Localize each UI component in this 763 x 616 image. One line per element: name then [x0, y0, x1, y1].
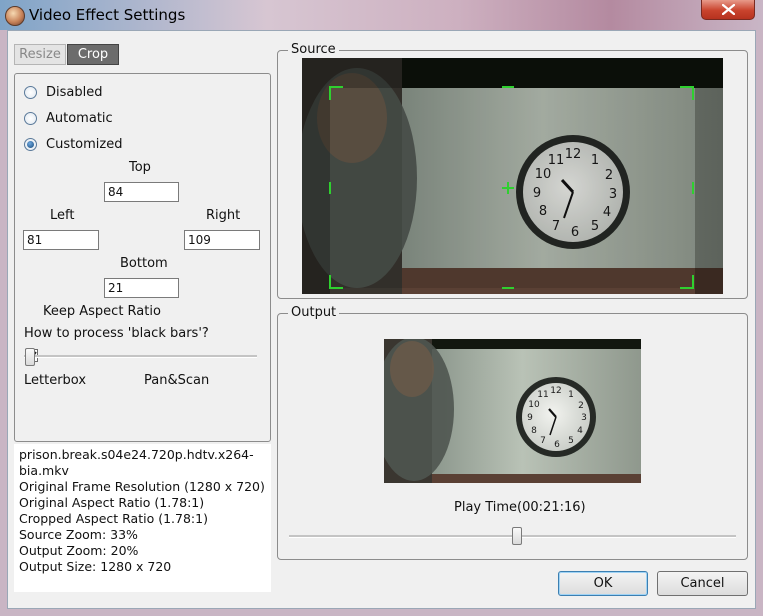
crop-corner-marker: [692, 86, 694, 100]
svg-text:3: 3: [581, 413, 587, 423]
dialog-body: Resize Crop Disabled Automatic Customize…: [7, 30, 756, 609]
crop-center-marker: [507, 182, 509, 194]
right-label: Right: [206, 208, 241, 223]
mode-disabled-option[interactable]: Disabled: [24, 83, 102, 101]
crop-settings-panel: Disabled Automatic Customized Top Left R…: [14, 73, 271, 442]
crop-corner-marker: [692, 275, 694, 289]
tab-crop[interactable]: Crop: [67, 44, 119, 65]
app-icon: [5, 6, 25, 26]
info-cropped-aspect: Cropped Aspect Ratio (1.78:1): [19, 511, 208, 526]
black-bars-slider[interactable]: [24, 355, 257, 358]
svg-text:7: 7: [540, 436, 546, 446]
top-label: Top: [129, 160, 151, 175]
crop-corner-marker: [329, 287, 343, 289]
svg-text:10: 10: [528, 400, 540, 410]
play-time-slider-thumb[interactable]: [511, 527, 522, 545]
crop-edge-marker: [692, 182, 694, 194]
source-label: Source: [288, 42, 339, 57]
info-original-aspect: Original Aspect Ratio (1.78:1): [19, 495, 205, 510]
play-time-label: Play Time(00:21:16): [454, 500, 586, 515]
keep-aspect-label: Keep Aspect Ratio: [43, 304, 161, 319]
pan-scan-label: Pan&Scan: [144, 373, 210, 388]
output-label: Output: [288, 305, 340, 320]
svg-text:4: 4: [577, 426, 583, 436]
info-output-size: Output Size: 1280 x 720: [19, 559, 172, 574]
svg-text:8: 8: [531, 426, 537, 436]
mode-automatic-label: Automatic: [46, 110, 113, 126]
svg-text:2: 2: [578, 401, 584, 411]
window-title: Video Effect Settings: [29, 6, 186, 24]
close-icon: [722, 4, 735, 15]
ok-button[interactable]: OK: [558, 571, 648, 596]
source-preview[interactable]: 12 1 2 345 678 9 10 11: [302, 58, 723, 294]
tab-resize[interactable]: Resize: [14, 44, 66, 65]
bottom-input[interactable]: [104, 278, 179, 298]
svg-text:6: 6: [554, 440, 560, 450]
svg-text:12: 12: [550, 386, 561, 396]
mode-customized-option[interactable]: Customized: [24, 135, 123, 153]
output-video-frame: 12 12 345 678 91011: [384, 339, 641, 483]
left-label: Left: [50, 208, 75, 223]
svg-text:5: 5: [568, 436, 574, 446]
crop-edge-marker: [329, 182, 331, 194]
info-output-zoom: Output Zoom: 20%: [19, 543, 139, 558]
mode-disabled-label: Disabled: [46, 84, 103, 100]
source-video-frame: 12 12 345 678 91011: [302, 58, 723, 294]
crop-edge-marker: [502, 287, 514, 289]
mode-customized-radio[interactable]: [24, 137, 37, 151]
cancel-button[interactable]: Cancel: [657, 571, 748, 596]
info-source-zoom: Source Zoom: 33%: [19, 527, 138, 542]
video-info-box: prison.break.s04e24.720p.hdtv.x264-bia.m…: [14, 444, 271, 592]
mode-automatic-radio[interactable]: [24, 111, 37, 125]
black-bars-slider-thumb[interactable]: [25, 348, 35, 366]
bottom-label: Bottom: [120, 256, 168, 271]
info-filename: prison.break.s04e24.720p.hdtv.x264-bia.m…: [19, 447, 254, 478]
output-group: Output 12 1 2 3 4 5 6 7 8 9 10 11 Play T…: [277, 305, 748, 560]
top-input[interactable]: [104, 182, 179, 202]
crop-corner-marker: [329, 275, 331, 289]
mode-customized-label: Customized: [46, 136, 123, 152]
black-bars-question: How to process 'black bars'?: [24, 326, 209, 341]
crop-corner-marker: [329, 86, 331, 100]
info-frame-resolution: Original Frame Resolution (1280 x 720): [19, 479, 265, 494]
svg-text:11: 11: [537, 390, 548, 400]
right-input[interactable]: [184, 230, 260, 250]
svg-text:1: 1: [568, 390, 574, 400]
svg-text:9: 9: [527, 413, 533, 423]
mode-automatic-option[interactable]: Automatic: [24, 109, 113, 127]
source-group: Source 12 1 2 3 4 5 6 7 8 9 10 11: [277, 42, 748, 299]
title-bar[interactable]: Video Effect Settings: [0, 0, 763, 30]
left-input[interactable]: [23, 230, 99, 250]
output-preview: 12 1 2 345 678 9 10 11: [384, 339, 641, 483]
crop-edge-marker: [502, 86, 514, 88]
letterbox-label: Letterbox: [24, 373, 87, 388]
crop-corner-marker: [329, 86, 343, 88]
close-button[interactable]: [701, 0, 755, 20]
mode-disabled-radio[interactable]: [24, 85, 37, 99]
